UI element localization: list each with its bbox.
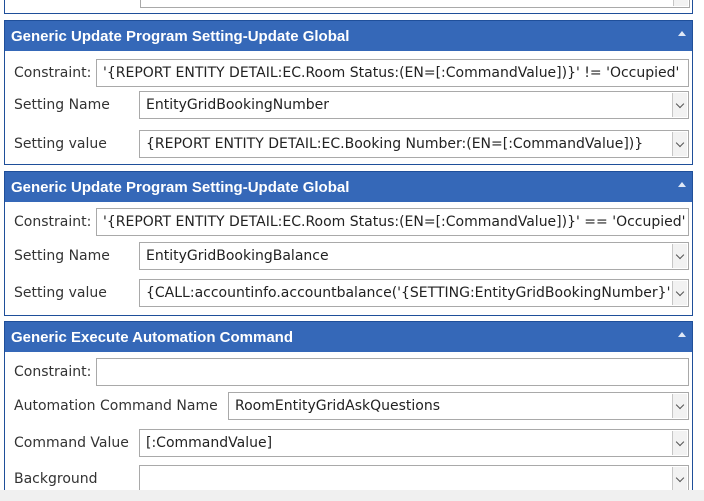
panel-header[interactable]: Generic Execute Automation Command xyxy=(5,322,692,352)
setting-name-label: Setting Name xyxy=(14,248,110,264)
constraint-label: Constraint: xyxy=(14,364,92,380)
background-row: Background xyxy=(5,465,692,491)
panel-title: Generic Execute Automation Command xyxy=(11,328,293,346)
panel-header[interactable]: Generic Update Program Setting-Update Gl… xyxy=(5,21,692,51)
previous-panel-remnant xyxy=(4,0,693,14)
chevron-up-icon[interactable] xyxy=(678,332,686,337)
automation-command-label: Automation Command Name xyxy=(14,398,218,414)
panel-title: Generic Update Program Setting-Update Gl… xyxy=(11,178,350,196)
constraint-label: Constraint: xyxy=(14,65,92,81)
chevron-down-icon[interactable] xyxy=(672,244,687,268)
constraint-label: Constraint: xyxy=(14,214,92,230)
setting-value-dropdown[interactable]: {CALL:accountinfo.accountbalance('{SETTI… xyxy=(139,279,689,307)
setting-value-row: Setting value {REPORT ENTITY DETAIL:EC.B… xyxy=(5,130,692,158)
constraint-input[interactable]: '{REPORT ENTITY DETAIL:EC.Room Status:(E… xyxy=(96,208,689,236)
action-panel-2: Generic Update Program Setting-Update Gl… xyxy=(4,171,693,316)
chevron-down-icon[interactable] xyxy=(672,132,687,156)
constraint-value: '{REPORT ENTITY DETAIL:EC.Room Status:(E… xyxy=(103,214,686,230)
setting-value-label: Setting value xyxy=(14,285,107,301)
setting-value-dropdown[interactable]: {REPORT ENTITY DETAIL:EC.Booking Number:… xyxy=(139,130,689,158)
setting-value-row: Setting value {CALL:accountinfo.accountb… xyxy=(5,279,692,307)
setting-name-row: Setting Name EntityGridBookingNumber xyxy=(5,91,692,119)
constraint-row: Constraint: '{REPORT ENTITY DETAIL:EC.Ro… xyxy=(5,208,692,236)
setting-name-dropdown[interactable]: EntityGridBookingNumber xyxy=(139,91,689,119)
constraint-input[interactable]: '{REPORT ENTITY DETAIL:EC.Room Status:(E… xyxy=(96,59,689,87)
setting-name-row: Setting Name EntityGridBookingBalance xyxy=(5,242,692,270)
setting-value-label: Setting value xyxy=(14,136,107,152)
chevron-up-icon[interactable] xyxy=(678,182,686,187)
chevron-up-icon[interactable] xyxy=(678,31,686,36)
bottom-scroll-area xyxy=(0,490,704,501)
automation-command-row: Automation Command Name RoomEntityGridAs… xyxy=(5,392,692,420)
setting-name-value: EntityGridBookingNumber xyxy=(146,97,329,113)
command-value-label: Command Value xyxy=(14,435,129,451)
command-value-dropdown[interactable]: [:CommandValue] xyxy=(139,429,689,457)
setting-name-dropdown[interactable]: EntityGridBookingBalance xyxy=(139,242,689,270)
chevron-down-icon[interactable] xyxy=(672,431,687,455)
panel-header[interactable]: Generic Update Program Setting-Update Gl… xyxy=(5,172,692,202)
command-value-row: Command Value [:CommandValue] xyxy=(5,429,692,457)
constraint-row: Constraint: '{REPORT ENTITY DETAIL:EC.Ro… xyxy=(5,59,692,87)
automation-command-dropdown[interactable]: RoomEntityGridAskQuestions xyxy=(228,392,689,420)
action-panel-1: Generic Update Program Setting-Update Gl… xyxy=(4,20,693,165)
automation-command-value: RoomEntityGridAskQuestions xyxy=(235,398,441,414)
chevron-down-icon[interactable] xyxy=(672,467,687,491)
background-dropdown[interactable] xyxy=(139,465,689,491)
chevron-down-icon[interactable] xyxy=(673,0,688,6)
setting-value-value: {CALL:accountinfo.accountbalance('{SETTI… xyxy=(146,285,670,301)
setting-name-label: Setting Name xyxy=(14,97,110,113)
command-value-value: [:CommandValue] xyxy=(146,435,273,451)
setting-value-value: {REPORT ENTITY DETAIL:EC.Booking Number:… xyxy=(146,136,644,152)
background-label: Background xyxy=(14,471,98,487)
chevron-down-icon[interactable] xyxy=(672,93,687,117)
chevron-down-icon[interactable] xyxy=(672,281,687,305)
constraint-row: Constraint: xyxy=(5,358,692,386)
chevron-down-icon[interactable] xyxy=(672,394,687,418)
constraint-input[interactable] xyxy=(96,358,689,386)
action-panel-3: Generic Execute Automation Command Const… xyxy=(4,321,693,491)
setting-name-value: EntityGridBookingBalance xyxy=(146,248,329,264)
panel-title: Generic Update Program Setting-Update Gl… xyxy=(11,27,350,45)
constraint-value: '{REPORT ENTITY DETAIL:EC.Room Status:(E… xyxy=(103,65,680,81)
previous-panel-dropdown[interactable] xyxy=(140,0,690,8)
